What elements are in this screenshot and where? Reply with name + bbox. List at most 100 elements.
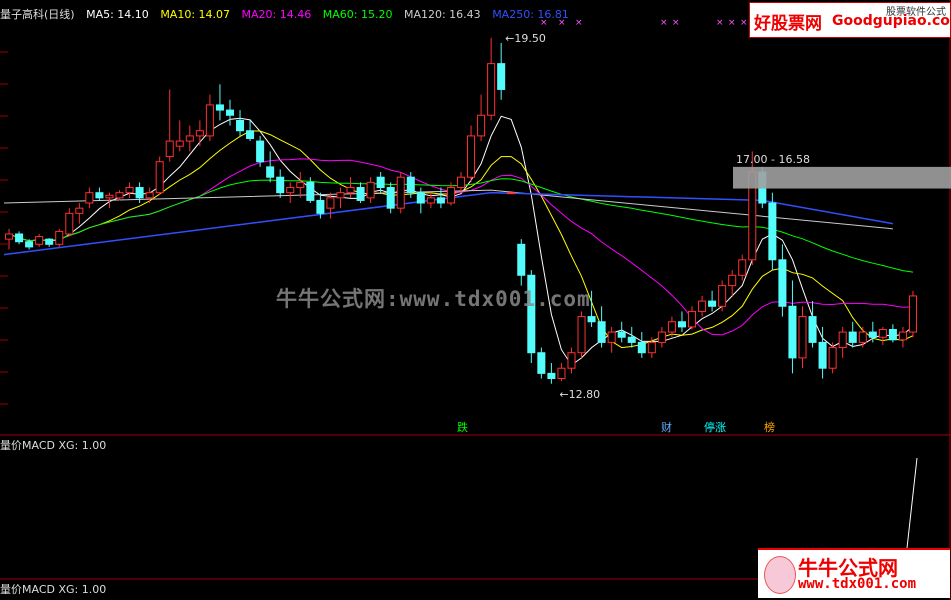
candle-body xyxy=(195,130,204,137)
ma60-label: MA60: 15.20 xyxy=(322,8,393,21)
candle-body xyxy=(878,328,887,338)
watermark-text: 牛牛公式网:www.tdx001.com xyxy=(276,287,591,311)
ma120-label: MA120: 16.43 xyxy=(403,8,481,21)
candle-body xyxy=(416,192,425,204)
ma250-label: MA250: 16.81 xyxy=(492,8,569,21)
candle-body xyxy=(396,176,405,209)
candle-body xyxy=(798,316,807,359)
candle-body xyxy=(376,176,385,189)
candle-body xyxy=(256,140,265,163)
low-price-label: ←12.80 xyxy=(559,388,600,401)
candle-body xyxy=(366,181,375,199)
candle-body xyxy=(35,236,44,245)
candle-body xyxy=(888,328,897,341)
candle-body xyxy=(828,347,837,369)
ma5-label: MA5: 14.10 xyxy=(86,8,149,21)
logo-bottom-en: www.tdx001.com xyxy=(798,576,917,592)
candle-body xyxy=(356,187,365,201)
candle-body xyxy=(25,241,34,248)
stock-title: 量子高科(日线) xyxy=(0,8,75,21)
candle-body xyxy=(446,187,455,204)
candle-body xyxy=(456,176,466,189)
ma-legend: 量子高科(日线) MA5: 14.10 MA10: 14.07 MA20: 14… xyxy=(0,6,577,22)
candle-body xyxy=(738,259,747,276)
candle-body xyxy=(155,161,164,194)
candle-body xyxy=(708,300,717,307)
candle-body xyxy=(778,259,787,307)
candle-body xyxy=(868,331,877,338)
candle-body xyxy=(848,331,857,343)
candle-body xyxy=(246,130,255,139)
candle-body xyxy=(65,212,74,235)
candle-body xyxy=(5,233,14,240)
logo-en-text: Goodgupiao.com xyxy=(832,13,951,29)
candle-body xyxy=(105,194,114,199)
signal-cross-marker: × xyxy=(728,18,736,28)
candle-body xyxy=(467,135,476,178)
cow-mascot-icon xyxy=(764,556,796,594)
signal-cross-marker: × xyxy=(660,18,668,28)
high-price-label: ←19.50 xyxy=(505,32,546,45)
candle-body xyxy=(677,321,686,328)
candle-body xyxy=(627,336,636,343)
candle-body xyxy=(145,192,154,199)
candle-body xyxy=(426,197,435,204)
candle-body xyxy=(838,331,847,349)
candle-body xyxy=(818,341,827,369)
candle-body xyxy=(75,207,84,214)
resistance-band xyxy=(733,166,951,189)
candle-body xyxy=(497,63,506,90)
candle-body xyxy=(406,176,415,194)
candle-body xyxy=(276,176,285,194)
indicator-title-2[interactable]: 量价MACD XG: 1.00 xyxy=(0,581,106,597)
indicator-title-1[interactable]: 量价MACD XG: 1.00 xyxy=(0,437,106,453)
candle-body xyxy=(115,192,124,199)
candle-body xyxy=(587,316,596,323)
candle-body xyxy=(597,321,606,343)
candle-body xyxy=(557,367,566,380)
candle-body xyxy=(45,238,54,245)
candle-body xyxy=(346,187,355,194)
candle-body xyxy=(125,187,134,194)
candle-body xyxy=(577,316,586,354)
tdx001-logo: 牛牛公式网 www.tdx001.com xyxy=(758,548,950,598)
candle-body xyxy=(607,331,616,343)
candle-body xyxy=(647,341,656,354)
candle-body xyxy=(908,295,917,333)
candle-body xyxy=(537,352,546,374)
candle-body xyxy=(165,140,174,158)
signal-cross-marker: × xyxy=(672,18,680,28)
candle-body xyxy=(95,192,104,199)
candle-body xyxy=(487,63,496,116)
candle-body xyxy=(687,310,697,328)
candle-body xyxy=(768,202,777,261)
logo-cn-text: 好股票网 xyxy=(754,14,822,34)
candle-body xyxy=(316,199,325,214)
candle-body xyxy=(85,192,94,204)
candle-body xyxy=(336,192,345,199)
candle-body xyxy=(507,192,516,195)
candle-body xyxy=(477,114,486,137)
candle-body xyxy=(286,187,295,194)
candle-body xyxy=(657,331,666,343)
ma20-label: MA20: 14.46 xyxy=(241,8,312,21)
candle-body xyxy=(898,331,907,341)
candle-body xyxy=(718,285,727,307)
candle-body xyxy=(667,321,676,333)
candle-body xyxy=(517,243,526,276)
candle-body xyxy=(175,140,184,147)
candle-body xyxy=(728,274,737,287)
event-marker: 跌 xyxy=(457,420,468,434)
candle-body xyxy=(326,197,335,209)
candle-body xyxy=(55,230,64,245)
candle-body xyxy=(306,181,315,201)
ma10-label: MA10: 14.07 xyxy=(160,8,231,21)
candle-body xyxy=(567,352,576,369)
band-label: 17.00 - 16.58 xyxy=(736,153,810,166)
candle-body xyxy=(135,187,144,199)
candle-body xyxy=(436,197,445,204)
candle-body xyxy=(225,109,235,116)
signal-cross-marker: × xyxy=(740,18,748,28)
candle-body xyxy=(858,331,867,343)
candle-body xyxy=(788,305,797,359)
